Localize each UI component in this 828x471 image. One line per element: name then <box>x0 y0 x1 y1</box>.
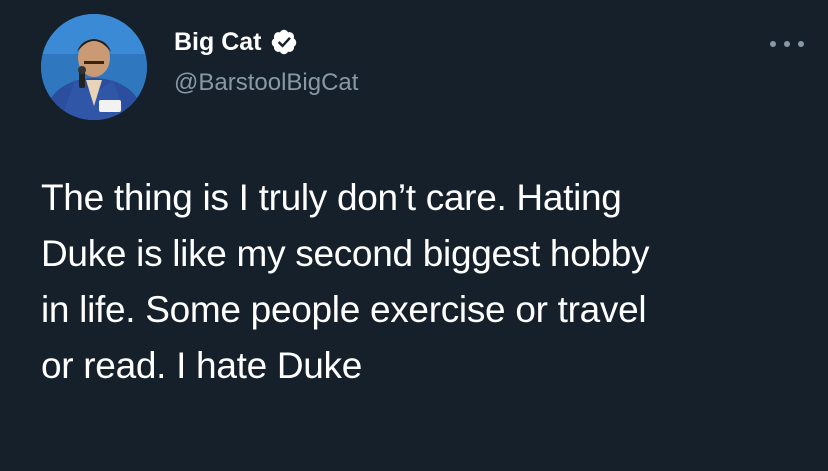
profile-photo-icon <box>41 14 147 120</box>
author-name-row[interactable]: Big Cat <box>174 25 298 59</box>
more-dot <box>784 41 790 47</box>
more-dot <box>770 41 776 47</box>
avatar[interactable] <box>41 14 147 120</box>
tweet-text-line: Duke is like my second biggest hobby <box>41 233 650 274</box>
tweet-text-line: or read. I hate Duke <box>41 345 363 386</box>
tweet-text-line: The thing is I truly don’t care. Hating <box>41 177 622 218</box>
tweet-card: Big Cat @BarstoolBigCat The thing is I t… <box>0 0 828 471</box>
tweet-text-line: in life. Some people exercise or travel <box>41 289 647 330</box>
author-handle[interactable]: @BarstoolBigCat <box>174 67 358 99</box>
more-dot <box>798 41 804 47</box>
verified-badge-icon <box>270 28 298 56</box>
more-options-icon[interactable] <box>770 36 804 52</box>
display-name[interactable]: Big Cat <box>174 25 262 59</box>
tweet-text: The thing is I truly don’t care. Hating … <box>41 170 811 394</box>
